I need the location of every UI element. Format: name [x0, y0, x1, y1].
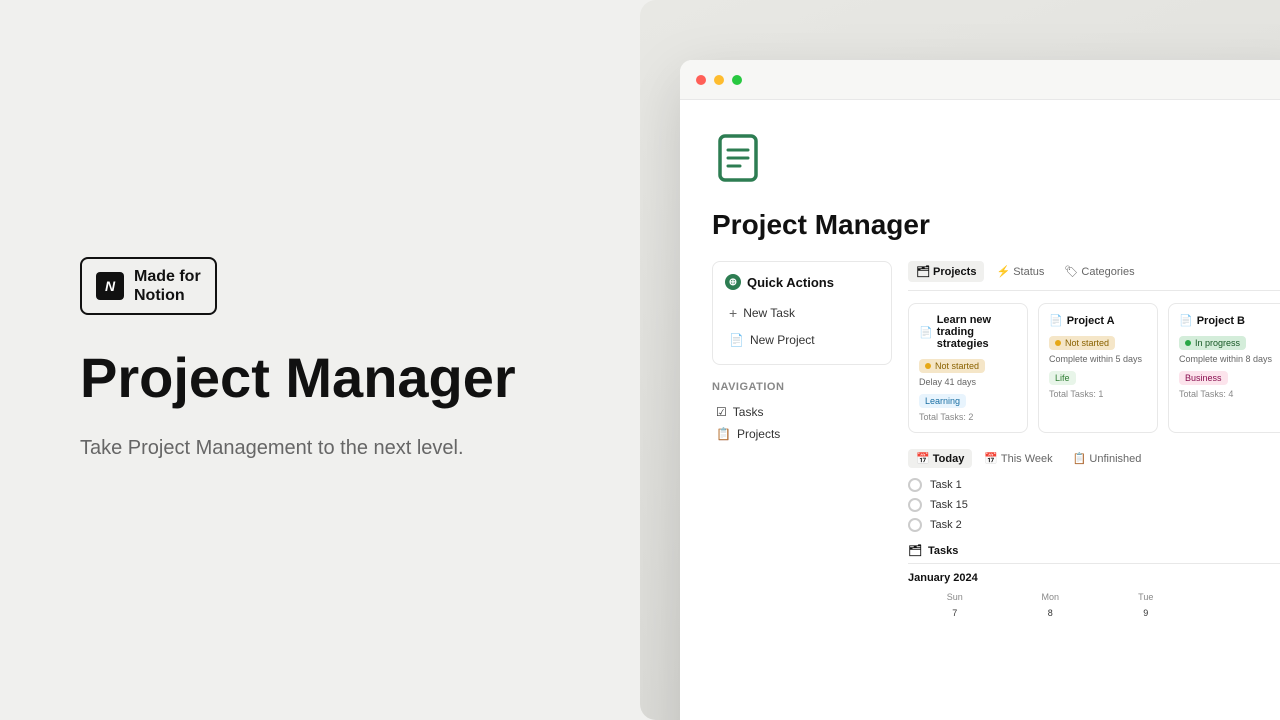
project-3-tag: Business [1179, 371, 1228, 385]
projects-icon: 📋 [716, 427, 731, 441]
project-2-count: Total Tasks: 1 [1049, 389, 1147, 399]
tasks-heading: 🗂 Tasks [908, 538, 1280, 564]
mockup-header [680, 60, 1280, 100]
task-item-2: Task 2 [908, 518, 1280, 532]
project-2-status: Not started [1049, 336, 1115, 350]
project-1-detail: Delay 41 days [919, 377, 1017, 387]
project-1-tag: Learning [919, 394, 966, 408]
page-title-mockup: Project Manager [712, 209, 1280, 241]
tab-categories[interactable]: 🏷 Categories [1056, 261, 1142, 282]
today-tab-unfinished[interactable]: 📋 Unfinished [1065, 449, 1150, 468]
status-dot-2 [1055, 340, 1061, 346]
cal-day-7: 7 [908, 606, 1002, 620]
status-dot-3 [1185, 340, 1191, 346]
calendar-row: January 2024 Sun Mon Tue 7 8 9 [908, 572, 1280, 620]
cal-day-empty [1195, 606, 1280, 620]
project-2-tag: Life [1049, 371, 1076, 385]
mockup-content: Project Manager ⊕ Quick Actions + New Ta… [680, 100, 1280, 720]
task-item-15: Task 15 [908, 498, 1280, 512]
calendar-month: January 2024 [908, 572, 1280, 584]
project-2-title: 📄 Project A [1049, 314, 1147, 327]
tab-projects[interactable]: 🗂 Projects [908, 261, 984, 282]
calendar-days: Sun Mon Tue 7 8 9 [908, 590, 1280, 620]
project-3-doc-icon: 📄 [1179, 314, 1193, 327]
task-15-label: Task 15 [930, 499, 968, 511]
project-1-doc-icon: 📄 [919, 326, 933, 339]
today-section: 📅 Today 📅 This Week 📋 Unfinished Task 1 [908, 449, 1280, 620]
notion-badge: N Made for Notion [80, 257, 217, 315]
new-project-label: New Project [750, 333, 815, 347]
new-task-item[interactable]: + New Task [725, 300, 879, 326]
project-1-count: Total Tasks: 2 [919, 412, 1017, 422]
notion-layout: ⊕ Quick Actions + New Task 📄 New Project [712, 261, 1280, 720]
doc-icon: 📄 [729, 333, 744, 347]
new-project-item[interactable]: 📄 New Project [725, 328, 879, 352]
project-card-2: 📄 Project A Not started Complete within … [1038, 303, 1158, 433]
nav-projects[interactable]: 📋 Projects [712, 423, 892, 445]
window-min-dot [714, 75, 724, 85]
task-item-1: Task 1 [908, 478, 1280, 492]
project-3-status: In progress [1179, 336, 1246, 350]
today-tab-today[interactable]: 📅 Today [908, 449, 972, 468]
task-circle-1 [908, 478, 922, 492]
tasks-section-label: Tasks [928, 545, 958, 557]
tasks-section-icon: 🗂 [908, 544, 922, 557]
cal-header-empty [1195, 590, 1280, 604]
mockup-window: Project Manager ⊕ Quick Actions + New Ta… [680, 60, 1280, 720]
nav-tasks-label: Tasks [733, 405, 764, 419]
task-1-label: Task 1 [930, 479, 962, 491]
nav-projects-label: Projects [737, 427, 780, 441]
notion-page: Project Manager ⊕ Quick Actions + New Ta… [680, 100, 1280, 720]
quick-actions-icon: ⊕ [725, 274, 741, 290]
tab-status[interactable]: ⚡ Status [988, 261, 1052, 282]
app-subtitle: Take Project Management to the next leve… [80, 433, 520, 463]
project-3-count: Total Tasks: 4 [1179, 389, 1277, 399]
navigation-section: Navigation ☑ Tasks 📋 Projects [712, 381, 892, 445]
app-title: Project Manager [80, 347, 560, 409]
quick-actions-label: Quick Actions [747, 275, 834, 290]
window-max-dot [732, 75, 742, 85]
badge-line1: Made for [134, 268, 201, 285]
quick-actions-box: ⊕ Quick Actions + New Task 📄 New Project [712, 261, 892, 365]
tasks-icon: ☑ [716, 405, 727, 419]
cal-header-sun: Sun [908, 590, 1002, 604]
window-close-dot [696, 75, 706, 85]
notion-badge-text: Made for Notion [134, 267, 201, 305]
right-panel: Project Manager ⊕ Quick Actions + New Ta… [640, 0, 1280, 720]
today-tabs: 📅 Today 📅 This Week 📋 Unfinished [908, 449, 1280, 468]
plus-icon: + [729, 305, 737, 321]
projects-grid: 📄 Learn new trading strategies Not start… [908, 303, 1280, 433]
project-3-title: 📄 Project B [1179, 314, 1277, 327]
nav-title: Navigation [712, 381, 892, 393]
cal-header-mon: Mon [1004, 590, 1098, 604]
task-circle-2 [908, 518, 922, 532]
cal-day-8: 8 [1004, 606, 1098, 620]
notion-logo-icon: N [96, 272, 124, 300]
cal-day-9: 9 [1099, 606, 1193, 620]
task-circle-15 [908, 498, 922, 512]
task-2-label: Task 2 [930, 519, 962, 531]
quick-actions-header: ⊕ Quick Actions [725, 274, 879, 290]
project-card-3: 📄 Project B In progress Complete within … [1168, 303, 1280, 433]
badge-line2: Notion [134, 287, 185, 304]
notion-main: 🗂 Projects ⚡ Status 🏷 Categories 📄 Learn… [908, 261, 1280, 720]
project-2-detail: Complete within 5 days [1049, 354, 1147, 364]
today-tab-week[interactable]: 📅 This Week [976, 449, 1060, 468]
page-icon [712, 132, 1280, 209]
project-3-detail: Complete within 8 days [1179, 354, 1277, 364]
project-1-status: Not started [919, 359, 985, 373]
cal-header-tue: Tue [1099, 590, 1193, 604]
nav-tasks[interactable]: ☑ Tasks [712, 401, 892, 423]
project-2-doc-icon: 📄 [1049, 314, 1063, 327]
project-card-1: 📄 Learn new trading strategies Not start… [908, 303, 1028, 433]
new-task-label: New Task [743, 306, 795, 320]
status-dot-1 [925, 363, 931, 369]
left-panel: N Made for Notion Project Manager Take P… [0, 0, 640, 720]
tabs-bar: 🗂 Projects ⚡ Status 🏷 Categories [908, 261, 1280, 291]
notion-sidebar: ⊕ Quick Actions + New Task 📄 New Project [712, 261, 892, 720]
project-1-title: 📄 Learn new trading strategies [919, 314, 1017, 350]
